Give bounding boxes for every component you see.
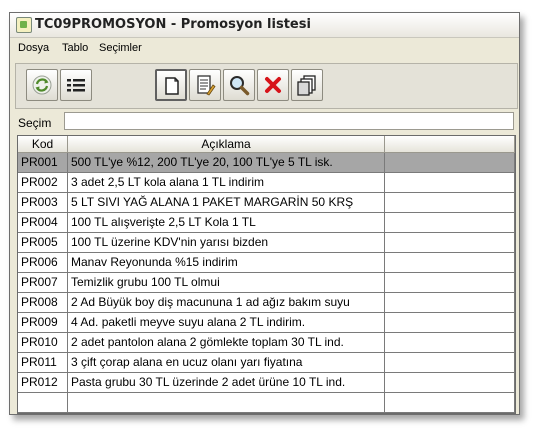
delete-button[interactable] <box>257 69 289 101</box>
table-row[interactable]: PR006 Manav Reyonunda %15 indirim <box>18 253 515 273</box>
edit-record-button[interactable] <box>189 69 221 101</box>
window-title: TC09PROMOSYON - Promosyon listesi <box>35 17 311 32</box>
cell-description[interactable]: 100 TL üzerine KDV'nin yarısı bizden <box>68 233 385 253</box>
cell-description[interactable]: Manav Reyonunda %15 indirim <box>68 253 385 273</box>
refresh-icon <box>32 75 52 95</box>
table-row[interactable]: PR011 3 çift çorap alana en ucuz olanı ya… <box>18 353 515 373</box>
cell-description[interactable]: 3 çift çorap alana en ucuz olanı yarı fi… <box>68 353 385 373</box>
cell-extra[interactable] <box>385 373 515 393</box>
app-icon <box>16 17 32 33</box>
cell-description[interactable] <box>68 393 385 413</box>
table-row[interactable] <box>18 393 515 413</box>
table-row[interactable]: PR004 100 TL alışverişte 2,5 LT Kola 1 TL <box>18 213 515 233</box>
copy-icon <box>297 75 316 96</box>
column-header-aciklama[interactable]: Açıklama <box>68 136 385 153</box>
title-bar[interactable]: TC09PROMOSYON - Promosyon listesi <box>10 13 519 38</box>
cell-code[interactable]: PR003 <box>18 193 68 213</box>
cell-code[interactable]: PR009 <box>18 313 68 333</box>
cell-description[interactable]: Pasta grubu 30 TL üzerinde 2 adet ürüne … <box>68 373 385 393</box>
search-button[interactable] <box>223 69 255 101</box>
table-row[interactable]: PR005 100 TL üzerine KDV'nin yarısı bizde… <box>18 233 515 253</box>
cell-code[interactable]: PR011 <box>18 353 68 373</box>
promotion-list-window: TC09PROMOSYON - Promosyon listesi Dosya … <box>9 12 520 415</box>
cell-extra[interactable] <box>385 273 515 293</box>
cell-code[interactable]: PR012 <box>18 373 68 393</box>
cell-code[interactable]: PR002 <box>18 173 68 193</box>
cell-code[interactable]: PR006 <box>18 253 68 273</box>
menu-secimler[interactable]: Seçimler <box>99 42 142 54</box>
search-icon <box>230 76 250 96</box>
table-row[interactable]: PR010 2 adet pantolon alana 2 gömlekte to… <box>18 333 515 353</box>
menu-tablo[interactable]: Tablo <box>62 42 88 54</box>
cell-code[interactable]: PR007 <box>18 273 68 293</box>
toolbar <box>15 63 518 109</box>
selection-field[interactable] <box>64 112 514 130</box>
new-record-icon <box>165 77 179 95</box>
table-row[interactable]: PR002 3 adet 2,5 LT kola alana 1 TL indir… <box>18 173 515 193</box>
refresh-button[interactable] <box>26 69 58 101</box>
cell-extra[interactable] <box>385 313 515 333</box>
cell-description[interactable]: 2 Ad Büyük boy diş macununa 1 ad ağız ba… <box>68 293 385 313</box>
list-view-button[interactable] <box>60 69 92 101</box>
new-record-button[interactable] <box>155 69 187 101</box>
copy-button[interactable] <box>291 69 323 101</box>
cell-code[interactable]: PR001 <box>18 153 68 173</box>
cell-extra[interactable] <box>385 213 515 233</box>
column-header-kod[interactable]: Kod <box>18 136 68 153</box>
cell-description[interactable]: 2 adet pantolon alana 2 gömlekte toplam … <box>68 333 385 353</box>
promotion-grid[interactable]: Kod Açıklama PR001 500 TL'ye %12, 200 TL'… <box>17 135 516 414</box>
cell-extra[interactable] <box>385 353 515 373</box>
cell-description[interactable]: 100 TL alışverişte 2,5 LT Kola 1 TL <box>68 213 385 233</box>
selection-row: Seçim <box>10 110 519 134</box>
grid-header: Kod Açıklama <box>18 136 515 153</box>
table-row[interactable]: PR009 4 Ad. paketli meyve suyu alana 2 TL… <box>18 313 515 333</box>
table-row[interactable]: PR012 Pasta grubu 30 TL üzerinde 2 adet ü… <box>18 373 515 393</box>
selection-label: Seçim <box>18 116 52 130</box>
cell-code[interactable]: PR005 <box>18 233 68 253</box>
menu-dosya[interactable]: Dosya <box>18 42 49 54</box>
table-row[interactable]: PR007 Temizlik grubu 100 TL olmui <box>18 273 515 293</box>
column-header-empty[interactable] <box>385 136 515 153</box>
cell-description[interactable]: 3 adet 2,5 LT kola alana 1 TL indirim <box>68 173 385 193</box>
cell-code[interactable]: PR004 <box>18 213 68 233</box>
cell-extra[interactable] <box>385 393 515 413</box>
list-view-icon <box>67 79 85 92</box>
menu-bar: Dosya Tablo Seçimler <box>10 38 519 58</box>
edit-record-icon <box>197 75 216 96</box>
cell-description[interactable]: 500 TL'ye %12, 200 TL'ye 20, 100 TL'ye 5… <box>68 153 385 173</box>
cell-description[interactable]: 4 Ad. paketli meyve suyu alana 2 TL indi… <box>68 313 385 333</box>
cell-extra[interactable] <box>385 233 515 253</box>
table-row[interactable]: PR008 2 Ad Büyük boy diş macununa 1 ad ağ… <box>18 293 515 313</box>
cell-code[interactable]: PR010 <box>18 333 68 353</box>
cell-code[interactable] <box>18 393 68 413</box>
cell-description[interactable]: 5 LT SIVI YAĞ ALANA 1 PAKET MARGARİN 50 … <box>68 193 385 213</box>
cell-description[interactable]: Temizlik grubu 100 TL olmui <box>68 273 385 293</box>
cell-extra[interactable] <box>385 193 515 213</box>
delete-icon <box>265 77 281 93</box>
cell-extra[interactable] <box>385 333 515 353</box>
cell-extra[interactable] <box>385 293 515 313</box>
table-row[interactable]: PR003 5 LT SIVI YAĞ ALANA 1 PAKET MARGARİ… <box>18 193 515 213</box>
cell-extra[interactable] <box>385 253 515 273</box>
table-row[interactable]: PR001 500 TL'ye %12, 200 TL'ye 20, 100 TL… <box>18 153 515 173</box>
cell-extra[interactable] <box>385 173 515 193</box>
cell-code[interactable]: PR008 <box>18 293 68 313</box>
cell-extra[interactable] <box>385 153 515 173</box>
